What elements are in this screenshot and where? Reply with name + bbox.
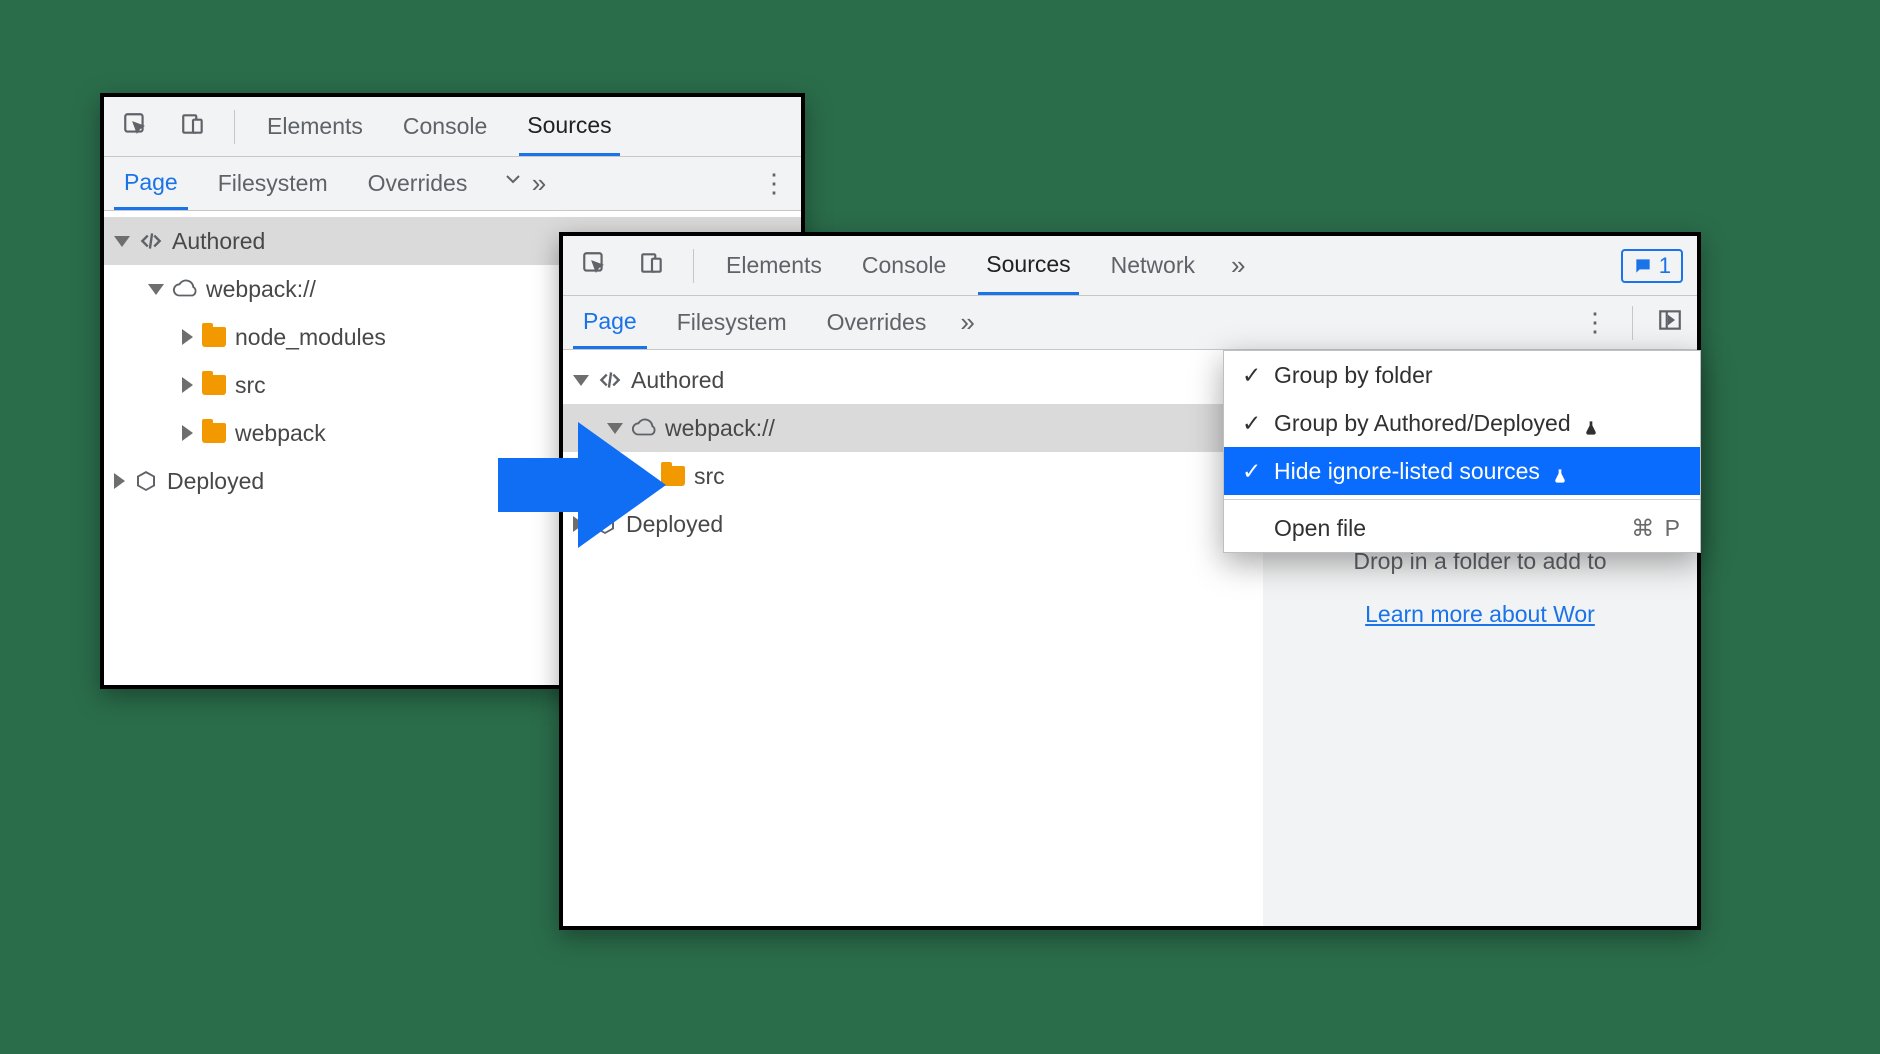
badge-count: 1	[1659, 253, 1671, 279]
tree-label: src	[235, 372, 266, 399]
divider	[693, 249, 694, 283]
menu-separator	[1224, 499, 1700, 500]
sources-subtabs: Page Filesystem Overrides » ⋮	[563, 296, 1697, 350]
tab-sources[interactable]: Sources	[978, 236, 1078, 295]
more-tabs-icon[interactable]: »	[1227, 246, 1249, 285]
menu-label: Open file	[1274, 515, 1366, 542]
folder-icon	[201, 372, 227, 398]
device-toggle-icon[interactable]	[635, 246, 669, 286]
tab-elements[interactable]: Elements	[718, 236, 830, 295]
tab-sources[interactable]: Sources	[519, 97, 619, 156]
shortcut-label: ⌘ P	[1631, 515, 1682, 542]
main-tabstrip: Elements Console Sources	[104, 97, 801, 157]
chevron-right-icon	[182, 377, 193, 393]
devtools-panel-after: Elements Console Sources Network » 1 Pag…	[559, 232, 1701, 930]
chevron-down-icon	[148, 284, 164, 295]
sources-subtabs: Page Filesystem Overrides » ⋮	[104, 157, 801, 211]
cloud-icon	[172, 276, 198, 302]
show-navigator-icon[interactable]	[1653, 303, 1687, 343]
box-icon	[133, 468, 159, 494]
inspect-icon[interactable]	[118, 107, 152, 147]
issues-badge[interactable]: 1	[1621, 249, 1683, 283]
flask-icon	[1552, 463, 1568, 479]
menu-item-hide-ignored[interactable]: ✓ Hide ignore-listed sources	[1224, 447, 1700, 495]
divider	[234, 110, 235, 144]
device-toggle-icon[interactable]	[176, 107, 210, 147]
learn-more-link[interactable]: Learn more about Wor	[1365, 601, 1595, 627]
context-menu: ✓ Group by folder ✓ Group by Authored/De…	[1223, 350, 1701, 553]
tree-label: webpack://	[665, 415, 775, 442]
menu-item-group-authored[interactable]: ✓ Group by Authored/Deployed	[1224, 399, 1700, 447]
code-icon	[138, 228, 164, 254]
check-icon: ✓	[1242, 458, 1262, 485]
menu-label: Group by folder	[1274, 362, 1433, 389]
tree-item-authored[interactable]: Authored	[563, 356, 1223, 404]
inspect-icon[interactable]	[577, 246, 611, 286]
subtab-overrides[interactable]: Overrides	[817, 296, 937, 349]
tree-label: Authored	[172, 228, 265, 255]
more-tabs-icon[interactable]: »	[956, 303, 978, 342]
subtab-filesystem[interactable]: Filesystem	[667, 296, 797, 349]
code-icon	[597, 367, 623, 393]
tree-label: webpack	[235, 420, 326, 447]
divider	[1632, 306, 1633, 340]
chevron-right-icon	[182, 329, 193, 345]
kebab-menu-icon[interactable]: ⋮	[1578, 303, 1612, 342]
chevron-right-icon	[182, 425, 193, 441]
check-icon: ✓	[1242, 362, 1262, 389]
tab-elements[interactable]: Elements	[259, 97, 371, 156]
subtab-page[interactable]: Page	[573, 296, 647, 349]
tree-label: Deployed	[167, 468, 264, 495]
more-tabs-icon[interactable]: »	[497, 164, 550, 203]
subtab-overrides[interactable]: Overrides	[358, 157, 478, 210]
check-icon: ✓	[1242, 410, 1262, 437]
tab-console[interactable]: Console	[854, 236, 954, 295]
subtab-page[interactable]: Page	[114, 157, 188, 210]
menu-label: Group by Authored/Deployed	[1274, 410, 1571, 437]
tree-label: src	[694, 463, 725, 490]
subtab-filesystem[interactable]: Filesystem	[208, 157, 338, 210]
chevron-down-icon	[573, 375, 589, 386]
menu-item-open-file[interactable]: Open file ⌘ P	[1224, 504, 1700, 552]
tab-console[interactable]: Console	[395, 97, 495, 156]
menu-item-group-folder[interactable]: ✓ Group by folder	[1224, 351, 1700, 399]
kebab-menu-icon[interactable]: ⋮	[757, 164, 791, 203]
menu-label: Hide ignore-listed sources	[1274, 458, 1540, 485]
arrow-icon	[498, 420, 668, 550]
flask-icon	[1583, 415, 1599, 431]
folder-icon	[201, 324, 227, 350]
tree-label: Authored	[631, 367, 724, 394]
tree-label: webpack://	[206, 276, 316, 303]
chevron-down-icon	[114, 236, 130, 247]
tree-label: node_modules	[235, 324, 386, 351]
main-tabstrip: Elements Console Sources Network » 1	[563, 236, 1697, 296]
chevron-right-icon	[114, 473, 125, 489]
tab-network[interactable]: Network	[1103, 236, 1203, 295]
folder-icon	[201, 420, 227, 446]
